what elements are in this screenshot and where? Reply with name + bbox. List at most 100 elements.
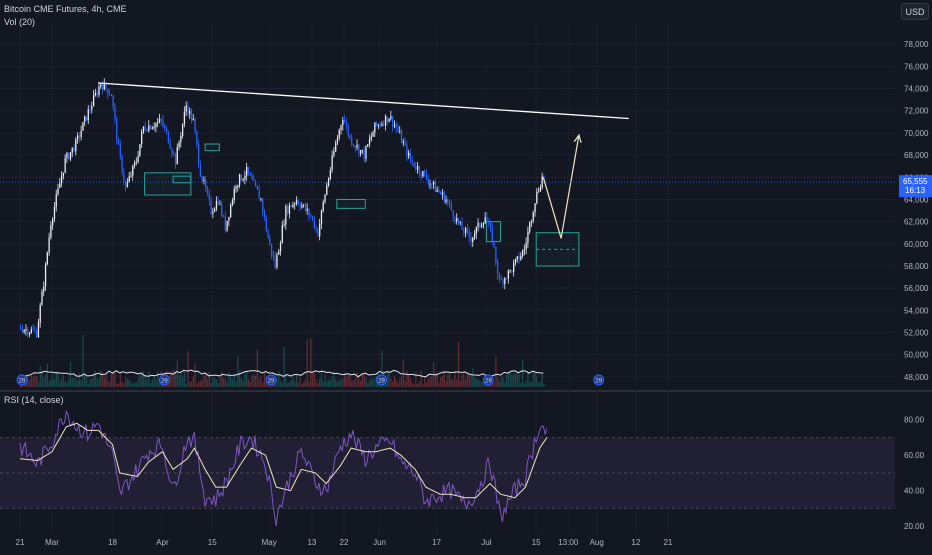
candle-body bbox=[452, 210, 454, 218]
candle-body bbox=[219, 203, 221, 205]
volume-bar bbox=[258, 379, 260, 387]
volume-bar bbox=[109, 381, 111, 387]
candle-body bbox=[60, 176, 63, 184]
volume-bar bbox=[331, 376, 333, 387]
candle-body bbox=[361, 149, 364, 151]
volume-bar bbox=[128, 379, 130, 387]
candle-body bbox=[43, 286, 45, 292]
volume-bar bbox=[479, 380, 481, 387]
volume-bar bbox=[543, 383, 545, 387]
candle-body bbox=[167, 131, 170, 143]
volume-bar bbox=[329, 380, 332, 387]
volume-bar bbox=[345, 376, 348, 387]
rsi-tick-label: 80.00 bbox=[904, 416, 925, 425]
volume-bar bbox=[135, 382, 137, 387]
volume-bar bbox=[297, 382, 299, 387]
volume-bars bbox=[20, 334, 545, 387]
volume-bar bbox=[103, 377, 105, 387]
volume-bar bbox=[92, 373, 95, 387]
volume-bar bbox=[438, 382, 440, 387]
volume-bar bbox=[507, 372, 510, 387]
time-tick-label: 18 bbox=[108, 538, 117, 547]
volume-bar bbox=[466, 373, 469, 387]
time-tick-label: Aug bbox=[590, 538, 604, 547]
candle-body bbox=[254, 180, 257, 186]
volume-bar bbox=[57, 371, 59, 387]
volume-bar bbox=[230, 376, 232, 387]
volume-axis-marker-label: 29 bbox=[485, 379, 492, 385]
candle-body bbox=[310, 215, 312, 217]
volume-axis-marker-label: 29 bbox=[161, 379, 168, 385]
volume-bar bbox=[529, 381, 531, 387]
candle-body bbox=[128, 176, 130, 183]
candle-body bbox=[521, 250, 524, 257]
candle-body bbox=[513, 263, 515, 272]
candle-body bbox=[117, 139, 120, 145]
volume-bar bbox=[283, 346, 285, 387]
volume-bar bbox=[459, 381, 461, 387]
volume-bar bbox=[46, 363, 48, 387]
price-tick-label: 48,000 bbox=[904, 373, 929, 382]
time-tick-label: 22 bbox=[340, 538, 349, 547]
time-tick-label: 21 bbox=[16, 538, 25, 547]
candle-body bbox=[249, 173, 251, 176]
chart-title: Bitcoin CME Futures, 4h, CME bbox=[4, 4, 127, 14]
volume-bar bbox=[30, 374, 32, 387]
candle-body bbox=[454, 217, 456, 222]
volume-bar bbox=[119, 372, 121, 387]
candle-body bbox=[518, 256, 520, 260]
volume-bar bbox=[303, 382, 305, 387]
volume-bar bbox=[456, 379, 458, 387]
volume-bar bbox=[525, 380, 527, 387]
volume-bar bbox=[174, 372, 177, 387]
volume-bar bbox=[132, 383, 134, 387]
volume-bar bbox=[306, 339, 308, 387]
candle-body bbox=[392, 116, 394, 127]
volume-bar bbox=[441, 375, 444, 387]
volume-bar bbox=[116, 383, 118, 387]
chart-svg[interactable]: 48,000 50,000 52,000 54,000 56,000 58,000 60,0… bbox=[0, 0, 932, 550]
candle-body bbox=[221, 203, 223, 216]
candle-body bbox=[260, 198, 262, 200]
candle-body bbox=[190, 110, 193, 121]
candle-body bbox=[278, 251, 280, 255]
volume-bar bbox=[98, 377, 100, 387]
candle-body bbox=[399, 131, 401, 133]
volume-bar bbox=[201, 379, 203, 387]
candle-body bbox=[41, 291, 43, 306]
candle-body bbox=[484, 217, 486, 224]
volume-bar bbox=[367, 383, 369, 387]
candle-body bbox=[230, 204, 232, 218]
candle-body bbox=[432, 181, 435, 185]
time-tick-label: Mar bbox=[45, 538, 59, 547]
candle-body bbox=[532, 212, 534, 221]
volume-bar bbox=[254, 375, 257, 387]
candle-body bbox=[194, 119, 196, 132]
candle-body bbox=[192, 119, 194, 121]
volume-bar bbox=[48, 380, 50, 387]
candle-body bbox=[374, 122, 376, 133]
candle-body bbox=[358, 144, 360, 154]
volume-bar bbox=[53, 379, 56, 387]
candle-body bbox=[429, 183, 431, 185]
candle-body bbox=[290, 205, 292, 207]
volume-axis-marker-label: 29 bbox=[595, 379, 602, 385]
volume-bar bbox=[262, 382, 264, 387]
volume-bar bbox=[301, 383, 303, 387]
volume-bar bbox=[203, 375, 205, 387]
currency-button[interactable]: USD bbox=[901, 3, 929, 20]
candle-body bbox=[495, 246, 497, 263]
candle-body bbox=[50, 225, 52, 238]
candle-body bbox=[315, 227, 317, 229]
volume-bar bbox=[39, 366, 41, 387]
candle-body bbox=[169, 142, 171, 149]
volume-bar bbox=[308, 381, 310, 387]
candle-body bbox=[269, 238, 271, 244]
volume-bar bbox=[470, 375, 472, 387]
volume-bar bbox=[190, 381, 193, 387]
time-tick-label: 12 bbox=[631, 538, 640, 547]
candle-body bbox=[441, 192, 444, 195]
volume-bar bbox=[222, 378, 225, 387]
candle-body bbox=[279, 242, 282, 252]
candle-body bbox=[285, 206, 287, 225]
